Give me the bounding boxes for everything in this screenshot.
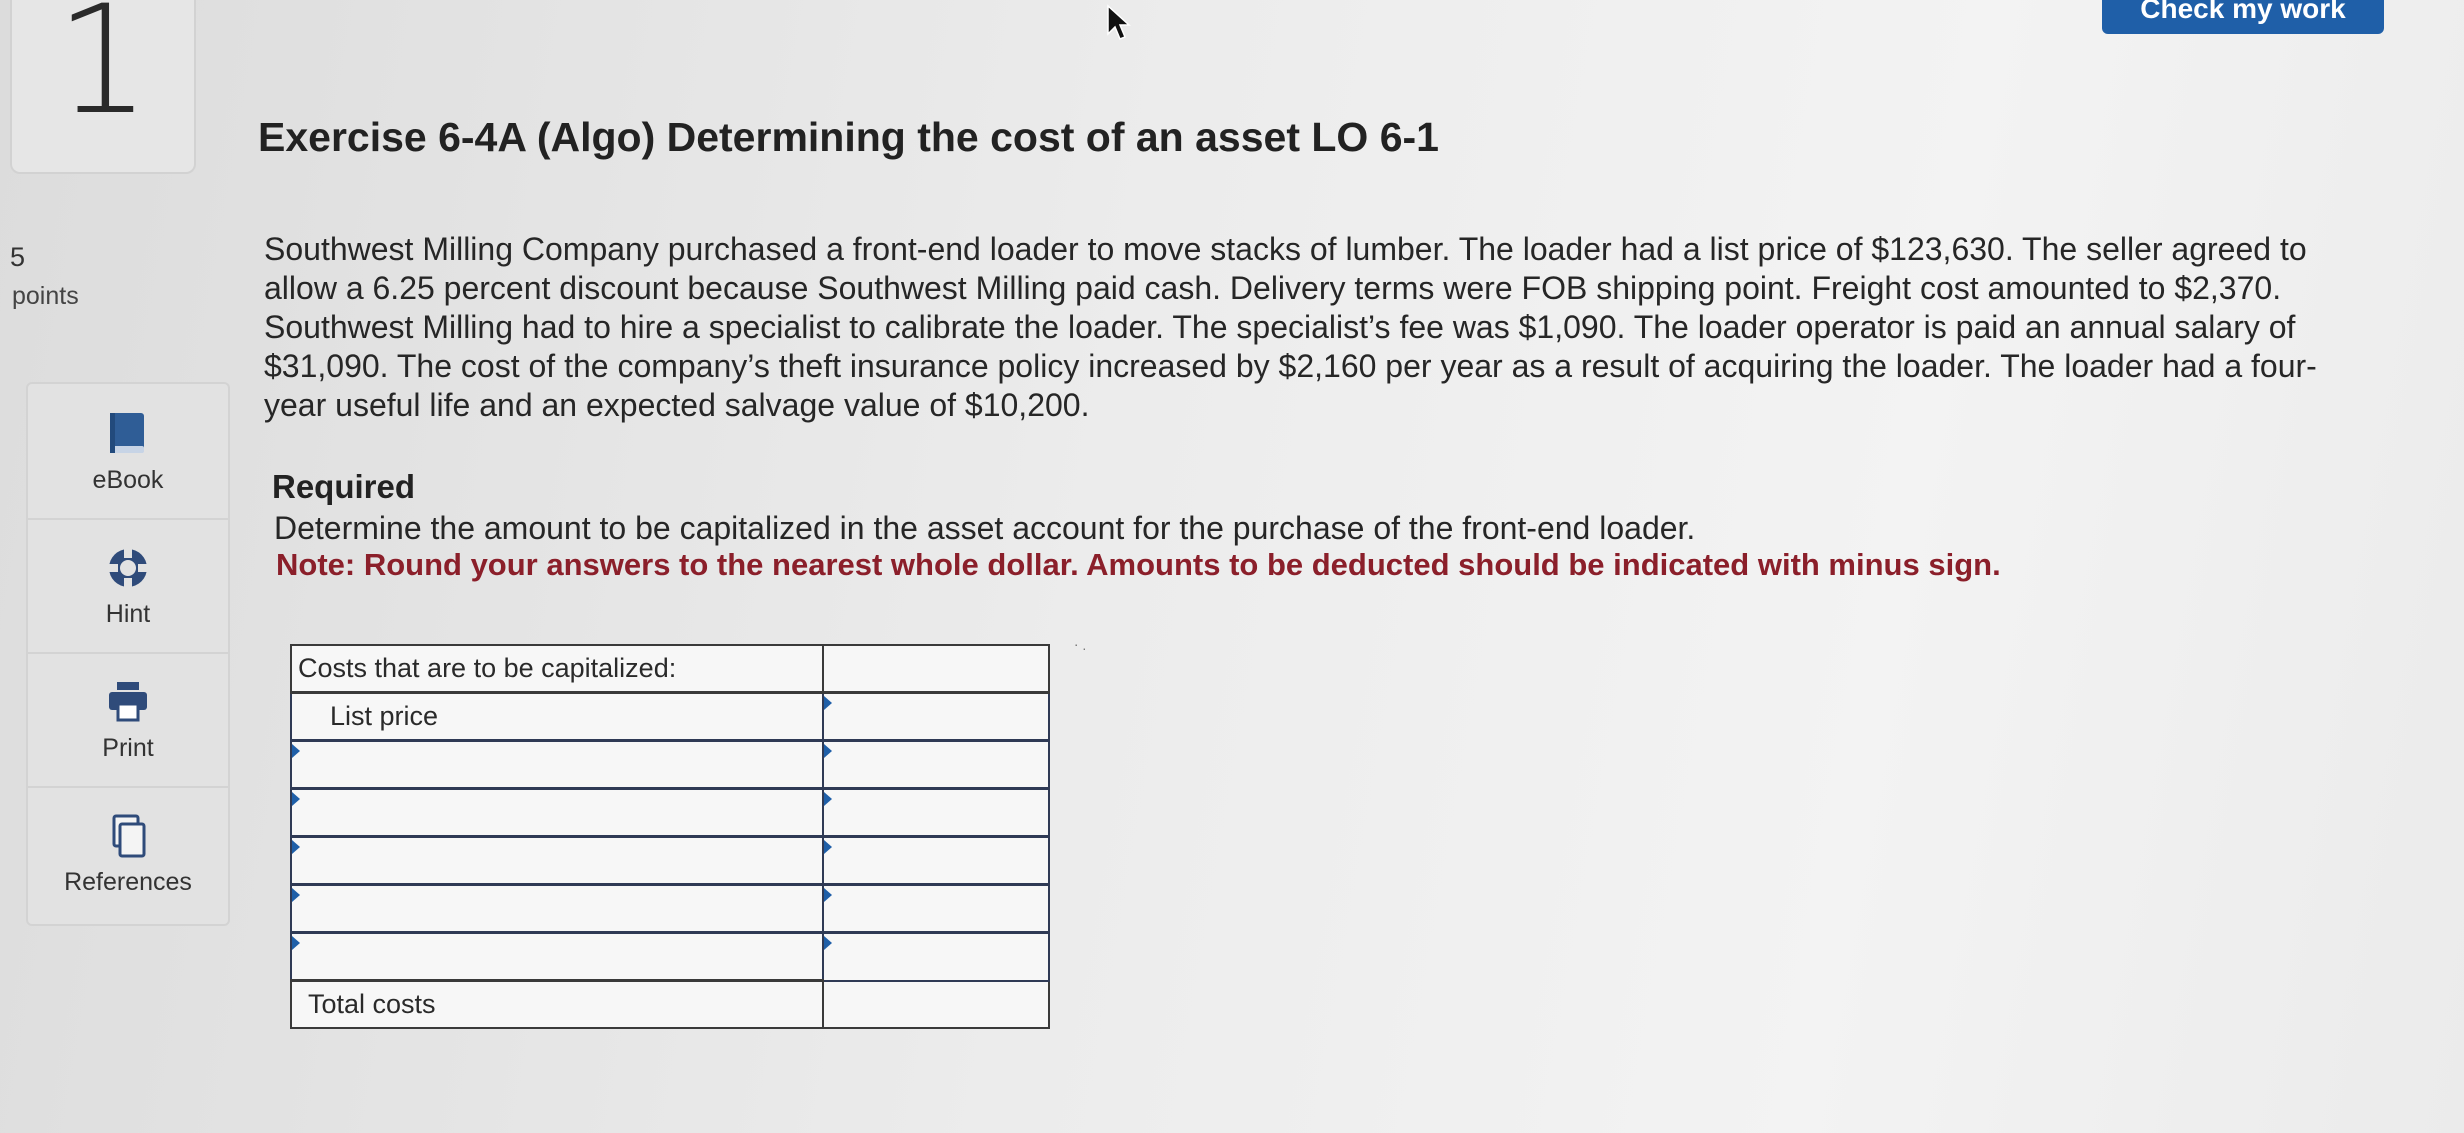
list-price-amount-cell: [822, 691, 1050, 742]
question-number: 1: [55, 0, 151, 148]
cost-amount-input[interactable]: [824, 886, 1048, 931]
cost-label-cell: [290, 739, 824, 790]
cost-amount-cell: [822, 931, 1050, 982]
cost-label-cell: [290, 835, 824, 886]
table-header-row: Costs that are to be capitalized:: [290, 644, 1050, 694]
total-costs-input[interactable]: [824, 981, 1048, 1027]
cell-marker-icon: [824, 888, 832, 902]
cell-marker-icon: [292, 840, 300, 854]
cost-label-input[interactable]: [292, 742, 822, 787]
tools-panel: eBook Hint Print References: [26, 382, 230, 926]
tool-references[interactable]: References: [28, 786, 228, 920]
cell-marker-icon: [824, 744, 832, 758]
list-price-amount-input[interactable]: [824, 694, 1048, 739]
total-costs-cell: [822, 979, 1050, 1029]
table-row: [290, 739, 1050, 790]
points-label: points: [12, 282, 79, 310]
cell-marker-icon: [824, 840, 832, 854]
cost-label-input[interactable]: [292, 934, 822, 979]
ebook-icon: [28, 410, 228, 458]
required-heading: Required: [272, 468, 416, 505]
table-row: [290, 883, 1050, 934]
cell-marker-icon: [292, 888, 300, 902]
table-row-total: Total costs: [290, 979, 1050, 1029]
cost-amount-cell: [822, 787, 1050, 838]
cell-marker-icon: [824, 792, 832, 806]
tool-hint-label: Hint: [105, 600, 151, 628]
cell-marker-icon: [824, 696, 832, 710]
tool-ebook[interactable]: eBook: [28, 384, 228, 520]
cell-marker-icon: [292, 792, 300, 806]
cost-label-input[interactable]: [292, 886, 822, 931]
cell-marker-icon: [292, 744, 300, 758]
list-price-label: List price: [290, 691, 824, 742]
table-header-amount: [822, 644, 1050, 694]
table-row: [290, 835, 1050, 886]
check-my-work-button[interactable]: Check my work: [2102, 0, 2384, 34]
stray-mark: ⋅ .: [1074, 637, 1087, 653]
question-number-box: 1: [10, 0, 196, 174]
tool-ebook-label: eBook: [92, 466, 164, 494]
exercise-title: Exercise 6-4A (Algo) Determining the cos…: [258, 114, 1439, 160]
mouse-pointer-icon: [1106, 4, 1132, 47]
cost-label-cell: [290, 931, 824, 982]
cost-amount-cell: [822, 835, 1050, 886]
cost-label-input[interactable]: [292, 790, 822, 835]
cell-marker-icon: [824, 936, 832, 950]
points-value: 5: [10, 242, 26, 272]
cost-label-cell: [290, 787, 824, 838]
table-header-label: Costs that are to be capitalized:: [290, 644, 824, 694]
cell-marker-icon: [292, 936, 300, 950]
printer-icon: [28, 678, 228, 726]
cost-amount-input[interactable]: [824, 838, 1048, 883]
cost-amount-input[interactable]: [824, 790, 1048, 835]
cost-label-cell: [290, 883, 824, 934]
required-instructions: Determine the amount to be capitalized i…: [274, 510, 1696, 546]
copy-icon: [28, 812, 228, 860]
tool-print-label: Print: [102, 734, 154, 762]
lifebuoy-icon: [28, 544, 228, 592]
tool-references-label: References: [64, 868, 192, 896]
problem-statement: Southwest Milling Company purchased a fr…: [264, 231, 2317, 423]
table-row: [290, 931, 1050, 982]
table-row-list-price: List price: [290, 691, 1050, 742]
capitalized-costs-table: Costs that are to be capitalized: List p…: [290, 644, 1050, 1029]
table-row: [290, 787, 1050, 838]
cost-amount-cell: [822, 739, 1050, 790]
cost-amount-cell: [822, 883, 1050, 934]
rounding-note: Note: Round your answers to the nearest …: [276, 547, 2001, 582]
cost-amount-input[interactable]: [824, 934, 1048, 980]
cost-label-input[interactable]: [292, 838, 822, 883]
tool-hint[interactable]: Hint: [28, 518, 228, 654]
tool-print[interactable]: Print: [28, 652, 228, 788]
cost-amount-input[interactable]: [824, 742, 1048, 787]
total-costs-label: Total costs: [290, 979, 824, 1029]
